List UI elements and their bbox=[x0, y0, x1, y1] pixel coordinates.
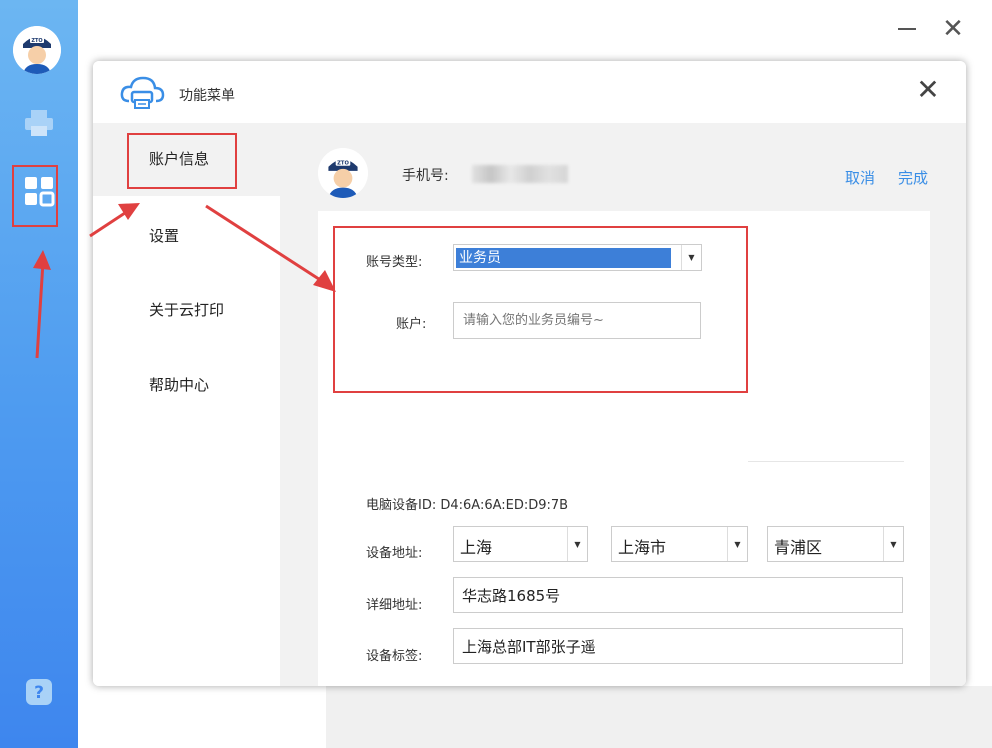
chevron-down-icon[interactable]: ▼ bbox=[883, 527, 903, 561]
detail-address-input[interactable]: 华志路1685号 bbox=[453, 577, 903, 613]
phone-number-redacted bbox=[472, 165, 568, 183]
done-button[interactable]: 完成 bbox=[898, 167, 928, 188]
minimize-icon[interactable] bbox=[898, 28, 916, 30]
cancel-button[interactable]: 取消 bbox=[845, 167, 875, 188]
background-panel bbox=[326, 686, 992, 748]
device-tag-input[interactable]: 上海总部IT部张子遥 bbox=[453, 628, 903, 664]
phone-label: 手机号: bbox=[402, 168, 449, 184]
dialog-header: 功能菜单 ✕ bbox=[93, 61, 966, 123]
cloud-printer-logo-icon bbox=[119, 75, 165, 111]
user-avatar[interactable]: ZTO bbox=[13, 26, 61, 74]
dialog-title: 功能菜单 bbox=[179, 88, 235, 104]
svg-text:?: ? bbox=[34, 683, 44, 703]
function-menu-dialog: 功能菜单 ✕ 账户信息 设置 关于云打印 帮助中心 ZTO 手机号: 取消 完成… bbox=[93, 61, 966, 686]
province-value: 上海 bbox=[460, 538, 493, 557]
account-info-panel: ZTO 手机号: 取消 完成 账号类型: 业务员 ▼ 账户: 电脑设备ID: bbox=[280, 123, 966, 686]
menu-highlight-box bbox=[127, 133, 237, 189]
help-icon[interactable]: ? bbox=[0, 678, 78, 706]
province-select[interactable]: 上海 ▼ bbox=[453, 526, 588, 562]
chevron-down-icon[interactable]: ▼ bbox=[727, 527, 747, 561]
menu-item-settings[interactable]: 设置 bbox=[149, 225, 179, 246]
device-tag-value: 上海总部IT部张子遥 bbox=[462, 638, 596, 656]
city-value: 上海市 bbox=[618, 538, 667, 557]
function-menu: 账户信息 设置 关于云打印 帮助中心 bbox=[93, 123, 280, 686]
printer-icon[interactable] bbox=[0, 108, 78, 138]
city-select[interactable]: 上海市 ▼ bbox=[611, 526, 748, 562]
dialog-body: 账户信息 设置 关于云打印 帮助中心 ZTO 手机号: 取消 完成 账号类型: … bbox=[93, 123, 966, 686]
detail-address-value: 华志路1685号 bbox=[462, 587, 561, 605]
district-select[interactable]: 青浦区 ▼ bbox=[767, 526, 904, 562]
left-sidebar: ZTO ? bbox=[0, 0, 78, 748]
menu-background bbox=[93, 196, 280, 686]
dialog-close-icon[interactable]: ✕ bbox=[915, 75, 941, 105]
chevron-down-icon[interactable]: ▼ bbox=[567, 527, 587, 561]
svg-text:ZTO: ZTO bbox=[31, 38, 42, 44]
form-highlight-box bbox=[333, 226, 748, 393]
device-tag-label: 设备标签: bbox=[366, 649, 423, 664]
divider bbox=[748, 461, 904, 462]
menu-item-help-center[interactable]: 帮助中心 bbox=[149, 374, 209, 395]
detail-address-label: 详细地址: bbox=[366, 598, 423, 613]
account-avatar: ZTO bbox=[318, 148, 368, 198]
account-form: 账号类型: 业务员 ▼ 账户: 电脑设备ID: D4:6A:6A:ED:D9:7… bbox=[318, 211, 930, 686]
device-address-label: 设备地址: bbox=[366, 546, 423, 561]
menu-item-about[interactable]: 关于云打印 bbox=[149, 299, 224, 320]
district-value: 青浦区 bbox=[774, 538, 823, 557]
device-id-text: 电脑设备ID: D4:6A:6A:ED:D9:7B bbox=[366, 498, 569, 513]
close-icon[interactable]: ✕ bbox=[942, 16, 964, 42]
svg-text:ZTO: ZTO bbox=[337, 161, 349, 167]
apps-highlight-box bbox=[12, 165, 58, 227]
